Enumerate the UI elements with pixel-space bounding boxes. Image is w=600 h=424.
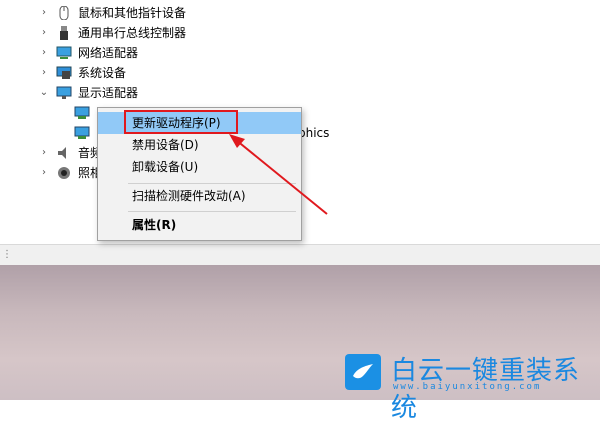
- chevron-right-icon[interactable]: ›: [38, 43, 50, 63]
- menu-separator: [128, 183, 296, 184]
- tree-item-label: 网络适配器: [78, 46, 139, 60]
- menu-item-label: 扫描检测硬件改动(A): [132, 189, 246, 203]
- speaker-icon: [58, 147, 66, 159]
- chevron-right-icon[interactable]: ›: [38, 3, 50, 23]
- chevron-right-icon[interactable]: ›: [38, 143, 50, 163]
- chevron-right-icon[interactable]: ›: [38, 23, 50, 43]
- tree-item-label: 鼠标和其他指针设备: [78, 6, 187, 20]
- camera-icon: [58, 167, 70, 179]
- menu-item-label: 卸载设备(U): [132, 160, 199, 174]
- menu-item-uninstall-device[interactable]: 卸载设备(U): [98, 156, 301, 178]
- monitor-icon: [74, 106, 90, 119]
- menu-separator: [128, 211, 296, 212]
- tree-item-mouse[interactable]: › 鼠标和其他指针设备: [0, 3, 300, 23]
- mouse-icon: [59, 6, 69, 20]
- tree-item-network[interactable]: › 网络适配器: [0, 43, 300, 63]
- menu-item-scan-hardware[interactable]: 扫描检测硬件改动(A): [98, 185, 301, 207]
- chevron-right-icon[interactable]: ›: [38, 63, 50, 83]
- tree-item-label: 系统设备: [78, 66, 127, 80]
- chevron-right-icon[interactable]: ›: [38, 163, 50, 183]
- menu-item-disable-device[interactable]: 禁用设备(D): [98, 134, 301, 156]
- brand-watermark: 白云一键重装系统 www.baiyunxitong.com: [345, 350, 595, 423]
- display-adapter-icon: [56, 86, 72, 99]
- tree-item-usb[interactable]: › 通用串行总线控制器: [0, 23, 300, 43]
- brand-url: www.baiyunxitong.com: [393, 382, 542, 392]
- monitor-icon: [74, 126, 90, 139]
- menu-item-label: 禁用设备(D): [132, 138, 199, 152]
- tree-item-display-adapters[interactable]: ⌄ 显示适配器: [0, 83, 300, 103]
- bird-icon: [345, 354, 381, 390]
- scroll-grip-icon[interactable]: ⋮: [2, 249, 12, 260]
- usb-icon: [60, 26, 68, 40]
- tree-item-label: 显示适配器: [78, 86, 139, 100]
- network-icon: [56, 46, 72, 59]
- tree-item-label: phics: [298, 126, 330, 140]
- status-bar: ⋮: [0, 244, 600, 265]
- system-device-icon: [56, 66, 72, 79]
- tree-item-system[interactable]: › 系统设备: [0, 63, 300, 83]
- tree-item-label: 通用串行总线控制器: [78, 26, 187, 40]
- menu-item-properties[interactable]: 属性(R): [98, 214, 301, 236]
- annotation-box: [124, 110, 238, 134]
- menu-item-label: 属性(R): [132, 218, 177, 232]
- chevron-down-icon[interactable]: ⌄: [38, 83, 50, 103]
